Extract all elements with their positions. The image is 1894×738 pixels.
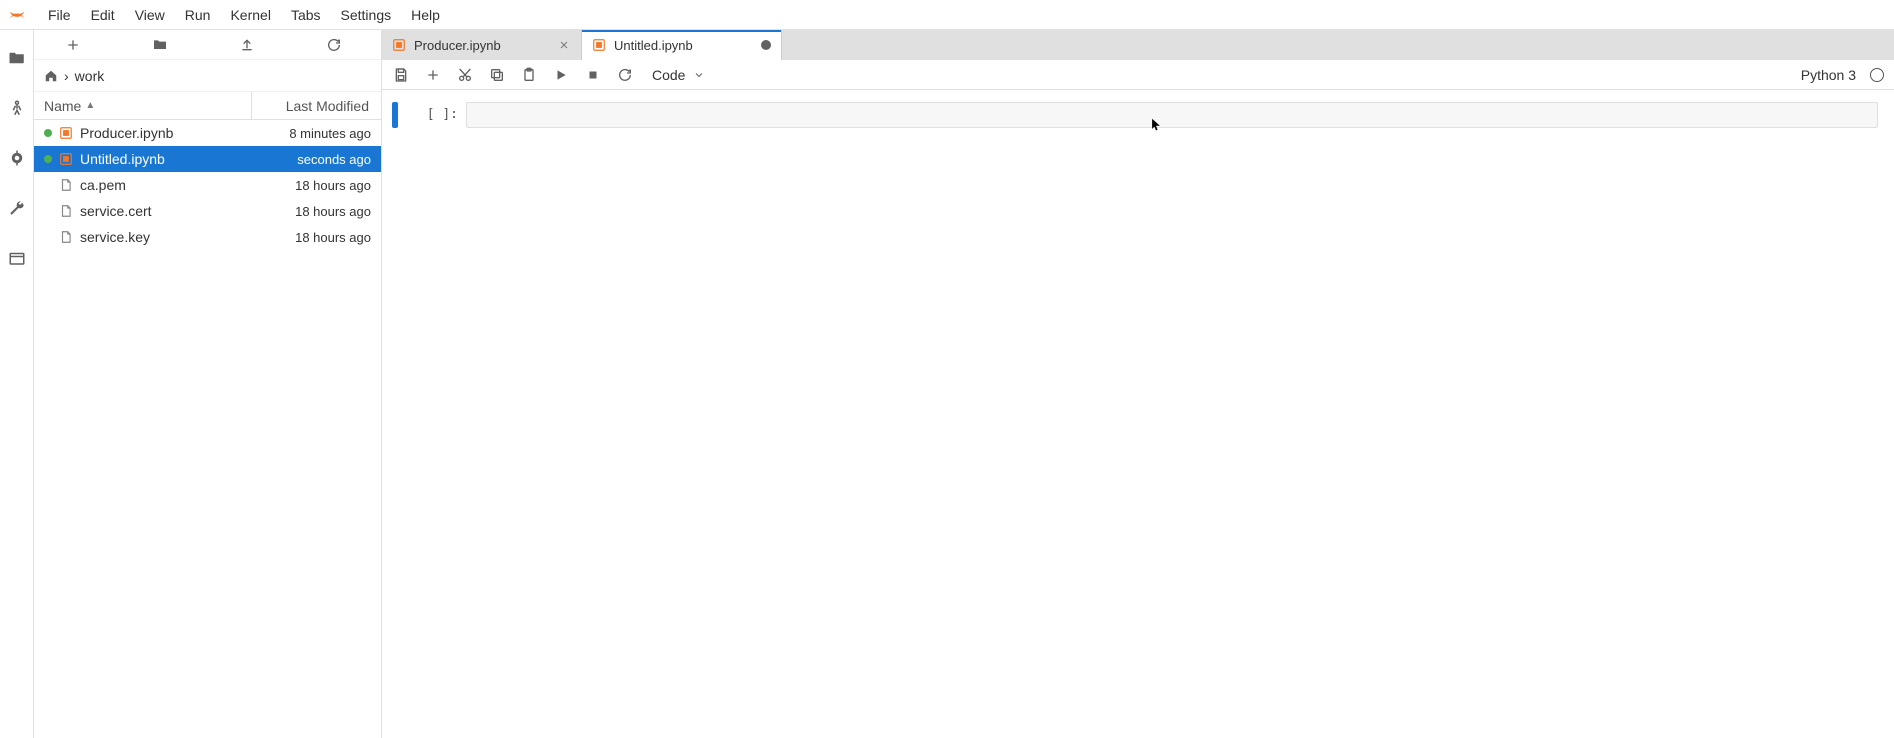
- tabs-icon[interactable]: [7, 248, 27, 268]
- new-folder-button[interactable]: [152, 37, 176, 53]
- chevron-down-icon: [693, 69, 705, 81]
- new-launcher-button[interactable]: [65, 37, 89, 53]
- running-icon[interactable]: [7, 98, 27, 118]
- tab-label: Producer.ipynb: [414, 38, 501, 53]
- file-icon: [58, 203, 74, 219]
- notebook-toolbar: Code Python 3: [382, 60, 1894, 90]
- notebook-cells: [ ]:: [382, 90, 1894, 738]
- tab-label: Untitled.ipynb: [614, 38, 693, 53]
- cut-button[interactable]: [456, 66, 474, 84]
- column-modified[interactable]: Last Modified: [251, 92, 381, 119]
- cell-prompt: [ ]:: [416, 102, 466, 128]
- document-area: Producer.ipynb Untitled.ipynb: [382, 30, 1894, 738]
- file-row[interactable]: service.cert 18 hours ago: [34, 198, 381, 224]
- file-modified: seconds ago: [251, 152, 371, 167]
- unsaved-indicator-icon: [761, 40, 771, 50]
- running-indicator-icon: [44, 233, 52, 241]
- tab-bar: Producer.ipynb Untitled.ipynb: [382, 30, 1894, 60]
- file-icon: [58, 229, 74, 245]
- menu-run[interactable]: Run: [175, 0, 221, 30]
- notebook-tab[interactable]: Producer.ipynb: [382, 30, 582, 60]
- notebook-icon: [58, 125, 74, 141]
- wrench-icon[interactable]: [7, 198, 27, 218]
- notebook-icon: [392, 38, 406, 52]
- running-indicator-icon: [44, 181, 52, 189]
- copy-button[interactable]: [488, 66, 506, 84]
- running-indicator-icon: [44, 129, 52, 137]
- menu-tabs[interactable]: Tabs: [281, 0, 331, 30]
- file-icon: [58, 177, 74, 193]
- sort-ascending-icon: ▲: [85, 100, 95, 111]
- kernel-status-icon[interactable]: [1870, 68, 1884, 82]
- file-browser-toolbar: [34, 30, 381, 60]
- menubar: File Edit View Run Kernel Tabs Settings …: [0, 0, 1894, 30]
- file-list: Producer.ipynb 8 minutes ago Untitled.ipyn…: [34, 120, 381, 738]
- menu-help[interactable]: Help: [401, 0, 450, 30]
- menu-file[interactable]: File: [38, 0, 81, 30]
- folder-icon[interactable]: [7, 48, 27, 68]
- file-name: service.key: [80, 229, 245, 245]
- file-name: Producer.ipynb: [80, 125, 245, 141]
- cell-marker: [392, 102, 398, 128]
- paste-button[interactable]: [520, 66, 538, 84]
- file-name: Untitled.ipynb: [80, 151, 245, 167]
- run-button[interactable]: [552, 66, 570, 84]
- upload-button[interactable]: [239, 37, 263, 53]
- activity-bar: [0, 30, 34, 738]
- file-modified: 18 hours ago: [251, 204, 371, 219]
- file-browser: › work Name ▲ Last Modified Producer.ipy…: [34, 30, 382, 738]
- restart-kernel-button[interactable]: [616, 66, 634, 84]
- stop-button[interactable]: [584, 66, 602, 84]
- commands-icon[interactable]: [7, 148, 27, 168]
- file-modified: 8 minutes ago: [251, 126, 371, 141]
- notebook-tab[interactable]: Untitled.ipynb: [582, 30, 782, 60]
- file-row[interactable]: ca.pem 18 hours ago: [34, 172, 381, 198]
- jupyter-logo-icon: [6, 4, 28, 26]
- cell-type-label: Code: [652, 67, 685, 83]
- file-row[interactable]: service.key 18 hours ago: [34, 224, 381, 250]
- insert-cell-button[interactable]: [424, 66, 442, 84]
- notebook-icon: [592, 38, 606, 52]
- file-modified: 18 hours ago: [251, 230, 371, 245]
- menu-view[interactable]: View: [125, 0, 175, 30]
- breadcrumb-item[interactable]: work: [75, 68, 105, 84]
- notebook-icon: [58, 151, 74, 167]
- cell-type-select[interactable]: Code: [648, 67, 709, 83]
- menu-kernel[interactable]: Kernel: [220, 0, 280, 30]
- running-indicator-icon: [44, 207, 52, 215]
- notebook-panel: Code Python 3 [ ]:: [382, 60, 1894, 738]
- home-icon[interactable]: [44, 69, 58, 83]
- file-modified: 18 hours ago: [251, 178, 371, 193]
- refresh-button[interactable]: [326, 37, 350, 53]
- breadcrumb[interactable]: › work: [34, 60, 381, 92]
- menu-settings[interactable]: Settings: [331, 0, 402, 30]
- file-row[interactable]: Producer.ipynb 8 minutes ago: [34, 120, 381, 146]
- file-name: service.cert: [80, 203, 245, 219]
- breadcrumb-separator: ›: [64, 68, 69, 84]
- kernel-name[interactable]: Python 3: [1801, 67, 1856, 83]
- running-indicator-icon: [44, 155, 52, 163]
- cell-input[interactable]: [466, 102, 1878, 128]
- file-name: ca.pem: [80, 177, 245, 193]
- save-button[interactable]: [392, 66, 410, 84]
- close-icon[interactable]: [557, 38, 571, 52]
- file-list-header: Name ▲ Last Modified: [34, 92, 381, 120]
- code-cell[interactable]: [ ]:: [392, 102, 1884, 128]
- column-name[interactable]: Name ▲: [34, 98, 251, 114]
- menu-edit[interactable]: Edit: [81, 0, 125, 30]
- main-area: › work Name ▲ Last Modified Producer.ipy…: [0, 30, 1894, 738]
- file-row[interactable]: Untitled.ipynb seconds ago: [34, 146, 381, 172]
